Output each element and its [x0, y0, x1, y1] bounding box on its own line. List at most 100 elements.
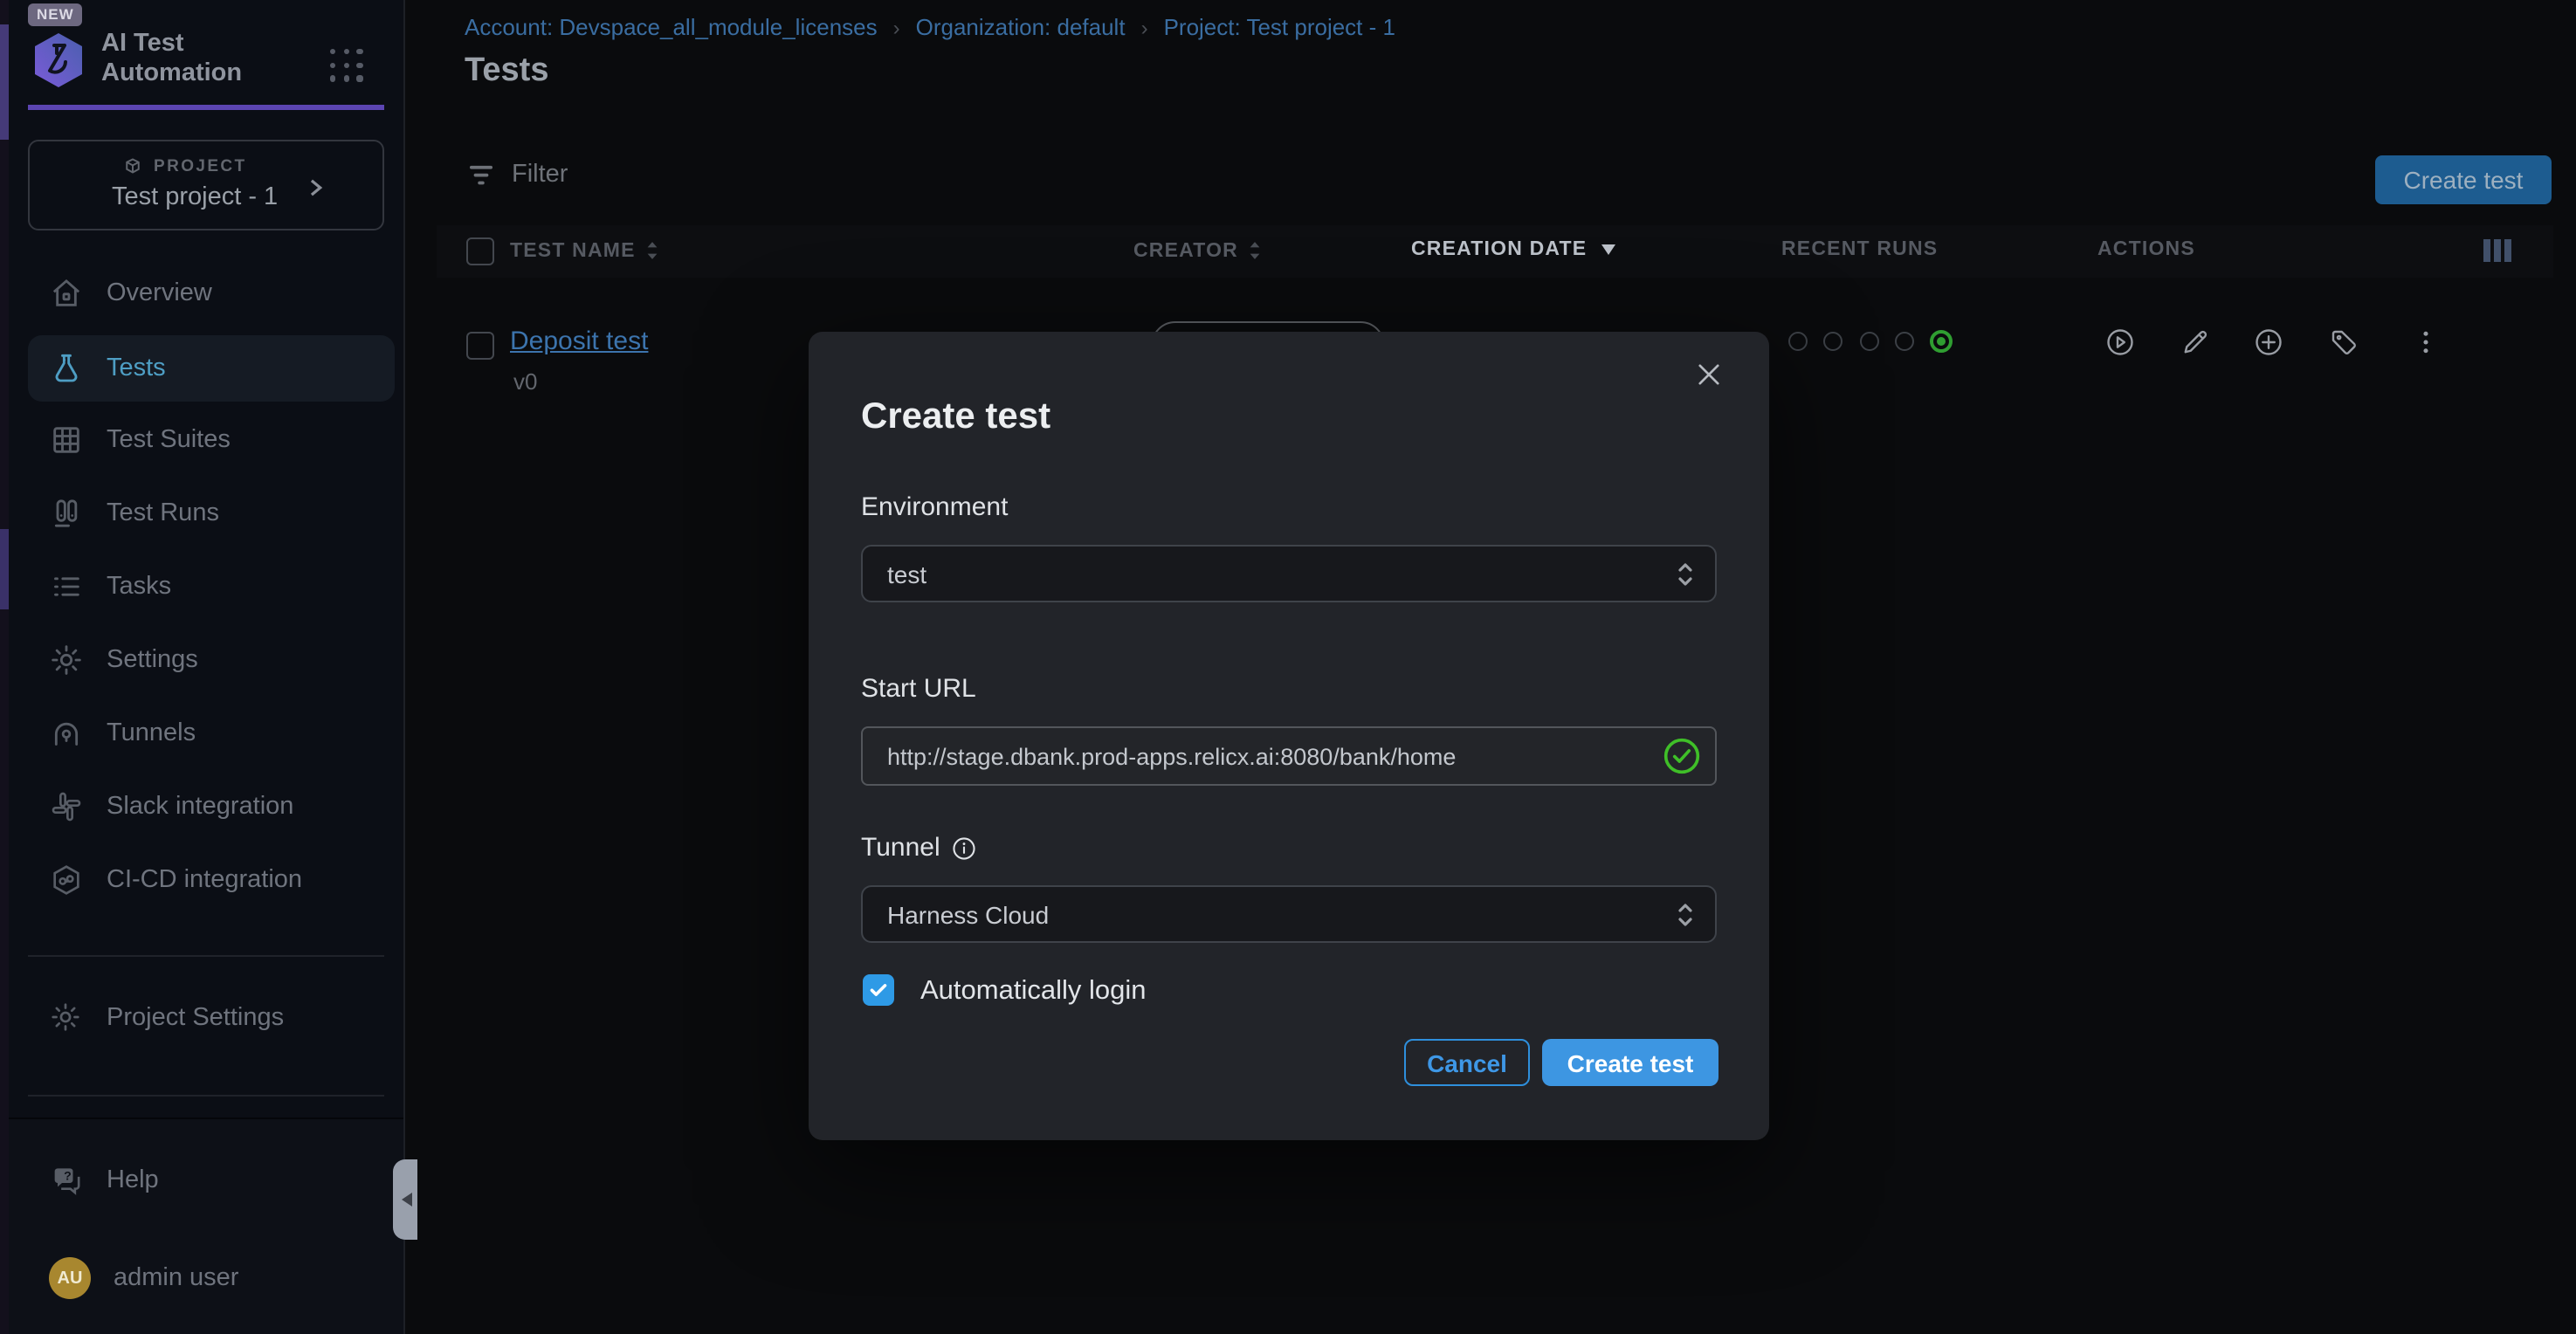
- row-checkbox[interactable]: [466, 332, 494, 360]
- breadcrumb-project[interactable]: Project: Test project - 1: [1164, 14, 1395, 40]
- column-header-creator[interactable]: CREATOR: [1133, 239, 1263, 262]
- sidebar-item-cicd-integration[interactable]: CI-CD integration: [28, 847, 395, 913]
- cicd-hexagon-icon: [49, 863, 84, 897]
- sidebar-item-label: Help: [107, 1166, 159, 1194]
- task-list-icon: [49, 569, 84, 604]
- sidebar-item-test-suites[interactable]: Test Suites: [28, 407, 395, 473]
- tag-action-icon[interactable]: [2328, 327, 2359, 358]
- chevron-right-icon: [304, 176, 327, 199]
- tunnel-select[interactable]: Harness Cloud: [861, 885, 1717, 943]
- run-status-dot: [1788, 332, 1808, 351]
- test-name-link[interactable]: Deposit test: [510, 327, 648, 356]
- breadcrumb-account[interactable]: Account: Devspace_all_module_licenses: [465, 14, 878, 40]
- gear-icon: [49, 1000, 84, 1035]
- project-name: Test project - 1: [112, 183, 278, 211]
- run-status-dot: [1895, 332, 1914, 351]
- run-test-action-icon[interactable]: [2104, 327, 2136, 358]
- sidebar-item-tests[interactable]: Tests: [28, 335, 395, 402]
- brand-divider: [28, 105, 384, 109]
- flask-icon: [49, 351, 84, 386]
- column-header-test-name[interactable]: TEST NAME: [510, 239, 660, 262]
- sidebar-item-label: Tunnels: [107, 719, 196, 747]
- run-status-dot: [1860, 332, 1879, 351]
- create-test-button-toolbar[interactable]: Create test: [2375, 155, 2552, 204]
- page-title: Tests: [465, 52, 548, 91]
- help-chat-icon: ?: [49, 1163, 84, 1198]
- sidebar-item-test-runs[interactable]: Test Runs: [28, 480, 395, 547]
- cancel-button[interactable]: Cancel: [1404, 1039, 1530, 1086]
- info-icon[interactable]: [953, 835, 977, 860]
- valid-check-icon: [1663, 737, 1701, 775]
- sidebar-item-overview[interactable]: Overview: [28, 260, 395, 327]
- sort-icon: [1247, 239, 1263, 262]
- create-test-modal: Create test Environment test Start URL T…: [809, 332, 1769, 1140]
- sort-icon: [644, 239, 660, 262]
- start-url-input[interactable]: [861, 726, 1717, 786]
- filter-button[interactable]: Filter: [468, 161, 568, 189]
- sidebar-item-label: Settings: [107, 646, 198, 674]
- sidebar-divider: [28, 1095, 384, 1097]
- add-action-icon[interactable]: [2253, 327, 2284, 358]
- modal-title: Create test: [861, 396, 1050, 438]
- sidebar: NEW AI Test Automation PROJECT Test proj…: [9, 0, 405, 1334]
- home-icon: [49, 276, 84, 311]
- chevron-up-down-icon: [1673, 899, 1698, 931]
- test-version: v0: [513, 368, 537, 395]
- tunnel-label: Tunnel: [861, 833, 977, 863]
- environment-select[interactable]: test: [861, 545, 1717, 602]
- sidebar-item-label: Test Runs: [107, 499, 219, 527]
- create-test-submit-button[interactable]: Create test: [1542, 1039, 1718, 1086]
- column-header-creation-date[interactable]: CREATION DATE: [1411, 239, 1615, 260]
- filter-icon: [468, 163, 494, 186]
- sidebar-item-label: Tasks: [107, 573, 171, 601]
- cube-icon: [122, 155, 143, 176]
- product-nav-rail[interactable]: [0, 0, 9, 1334]
- breadcrumb-organization[interactable]: Organization: default: [916, 14, 1126, 40]
- sidebar-item-label: Project Settings: [107, 1004, 284, 1032]
- new-badge: NEW: [28, 3, 83, 26]
- close-icon[interactable]: [1694, 360, 1724, 389]
- project-selector[interactable]: PROJECT Test project - 1: [28, 140, 384, 230]
- runs-columns-icon: [49, 496, 84, 531]
- app-root: NEW AI Test Automation PROJECT Test proj…: [0, 0, 2576, 1334]
- sidebar-item-tasks[interactable]: Tasks: [28, 554, 395, 620]
- sidebar-item-label: Tests: [107, 354, 166, 382]
- column-settings-icon[interactable]: [2483, 239, 2511, 262]
- gear-icon: [49, 643, 84, 677]
- sidebar-item-project-settings[interactable]: Project Settings: [28, 985, 395, 1051]
- user-menu[interactable]: AU admin user: [28, 1245, 395, 1311]
- chevron-up-down-icon: [1673, 559, 1698, 590]
- more-options-icon[interactable]: [2410, 327, 2442, 358]
- run-status-dot-passed: [1930, 330, 1953, 353]
- sidebar-item-tunnels[interactable]: Tunnels: [28, 700, 395, 767]
- app-title: AI Test Automation: [101, 30, 293, 89]
- sidebar-item-label: CI-CD integration: [107, 866, 302, 894]
- sort-desc-icon: [1601, 244, 1615, 255]
- column-header-actions: ACTIONS: [2097, 239, 2195, 260]
- auto-login-checkbox[interactable]: [863, 974, 894, 1006]
- column-header-recent-runs: RECENT RUNS: [1781, 239, 1938, 260]
- sidebar-item-slack-integration[interactable]: Slack integration: [28, 774, 395, 840]
- breadcrumb-separator: ›: [893, 15, 900, 39]
- sidebar-item-label: Test Suites: [107, 426, 231, 454]
- breadcrumb: Account: Devspace_all_module_licenses › …: [465, 14, 1395, 40]
- app-switcher-icon[interactable]: [328, 47, 367, 86]
- rail-accent: [0, 529, 9, 609]
- svg-text:?: ?: [64, 1170, 72, 1184]
- run-status-dot: [1823, 332, 1842, 351]
- user-name: admin user: [114, 1264, 238, 1292]
- tunnel-icon: [49, 716, 84, 751]
- sidebar-item-help[interactable]: ? Help: [28, 1147, 395, 1214]
- select-all-checkbox[interactable]: [466, 237, 494, 265]
- suites-grid-icon: [49, 423, 84, 457]
- check-icon: [868, 980, 889, 1000]
- edit-action-icon[interactable]: [2180, 327, 2211, 358]
- breadcrumb-separator: ›: [1141, 15, 1148, 39]
- slack-icon: [49, 789, 84, 824]
- environment-label: Environment: [861, 492, 1008, 522]
- auto-login-label: Automatically login: [920, 976, 1146, 1007]
- rail-accent: [0, 24, 9, 140]
- sidebar-item-settings[interactable]: Settings: [28, 627, 395, 693]
- start-url-label: Start URL: [861, 674, 976, 704]
- project-eyebrow: PROJECT: [122, 157, 247, 176]
